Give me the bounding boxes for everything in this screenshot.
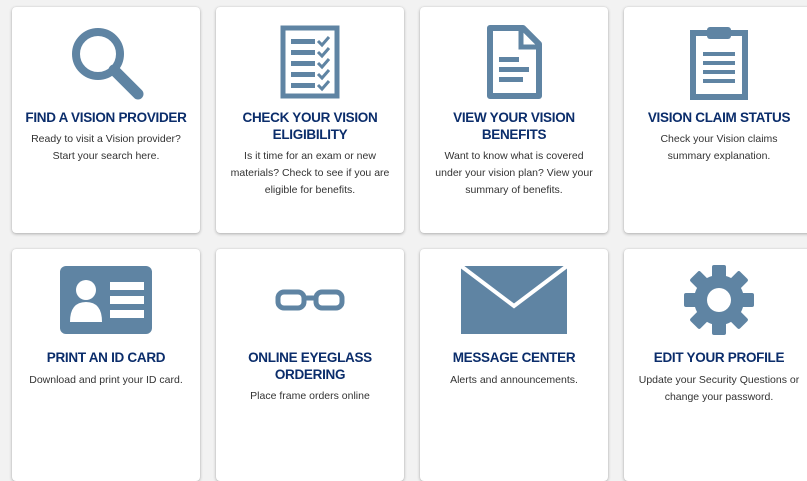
- card-message-center[interactable]: MESSAGE CENTER Alerts and announcements.: [420, 249, 608, 481]
- card-description: Update your Security Questions or change…: [638, 374, 800, 403]
- card-title: EDIT YOUR PROFILE: [653, 350, 785, 365]
- card-title: VIEW YOUR VISION BENEFITS: [453, 110, 575, 142]
- document-icon: [420, 23, 608, 101]
- card-description: Is it time for an exam or new materials?…: [230, 150, 390, 196]
- card-description: Check your Vision claims summary explana…: [660, 133, 778, 162]
- card-title: CHECK YOUR VISION ELIGIBILITY: [242, 110, 378, 142]
- card-description: Download and print your ID card.: [29, 374, 183, 386]
- card-title: PRINT AN ID CARD: [46, 350, 166, 365]
- card-title: VISION CLAIM STATUS: [647, 110, 791, 125]
- eyeglasses-icon: [216, 261, 404, 339]
- card-online-eyeglass-ordering[interactable]: ONLINE EYEGLASS ORDERING Place frame ord…: [216, 249, 404, 481]
- gear-icon: [624, 261, 807, 339]
- card-title: FIND A VISION PROVIDER: [25, 110, 187, 125]
- checklist-icon: [216, 23, 404, 101]
- card-edit-your-profile[interactable]: EDIT YOUR PROFILE Update your Security Q…: [624, 249, 807, 481]
- id-card-icon: [12, 261, 200, 339]
- card-description: Ready to visit a Vision provider? Start …: [31, 133, 181, 162]
- card-find-vision-provider[interactable]: FIND A VISION PROVIDER Ready to visit a …: [12, 7, 200, 233]
- card-description: Want to know what is covered under your …: [435, 150, 593, 196]
- card-view-vision-benefits[interactable]: VIEW YOUR VISION BENEFITS Want to know w…: [420, 7, 608, 233]
- card-description: Alerts and announcements.: [450, 374, 578, 386]
- card-check-vision-eligibility[interactable]: CHECK YOUR VISION ELIGIBILITY Is it time…: [216, 7, 404, 233]
- card-title: ONLINE EYEGLASS ORDERING: [248, 350, 372, 382]
- envelope-icon: [420, 261, 608, 339]
- card-vision-claim-status[interactable]: VISION CLAIM STATUS Check your Vision cl…: [624, 7, 807, 233]
- clipboard-icon: [624, 23, 807, 101]
- card-print-id-card[interactable]: PRINT AN ID CARD Download and print your…: [12, 249, 200, 481]
- card-description: Place frame orders online: [250, 390, 370, 402]
- search-icon: [12, 23, 200, 101]
- card-title: MESSAGE CENTER: [452, 350, 576, 365]
